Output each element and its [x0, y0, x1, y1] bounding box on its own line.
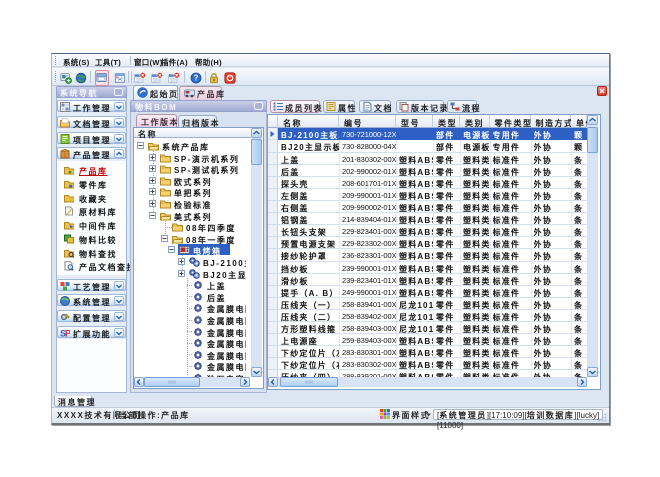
- svg-text:?: ?: [194, 74, 199, 83]
- svg-text:P: P: [65, 329, 70, 339]
